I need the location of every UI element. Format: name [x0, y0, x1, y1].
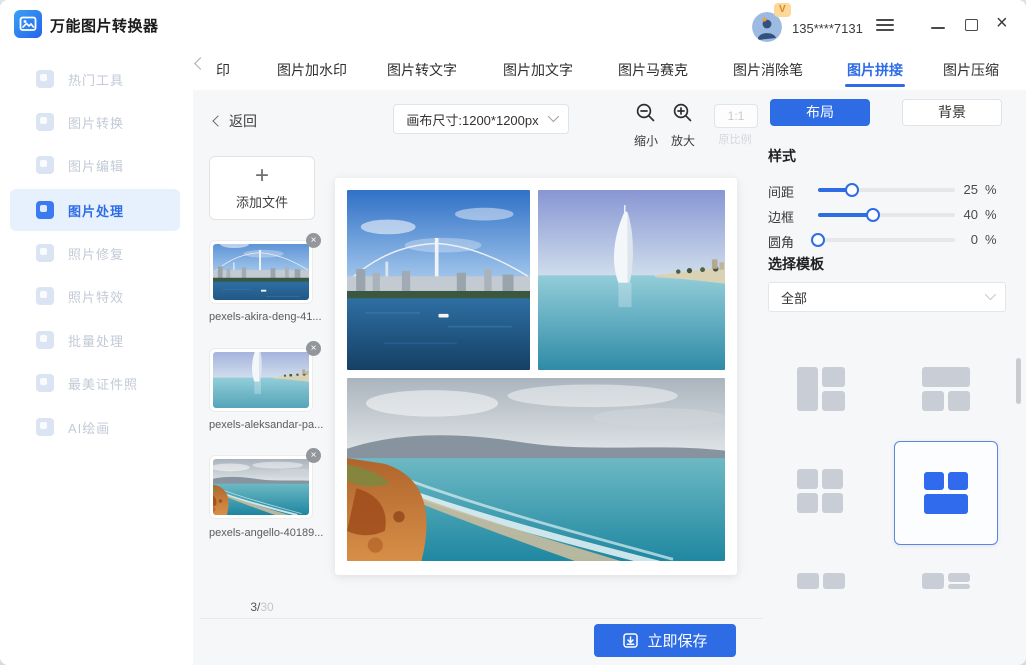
sidebar-item-photo-effects[interactable]: 照片特效 [10, 275, 180, 317]
spacing-slider-track[interactable] [818, 188, 955, 192]
template-heading: 选择模板 [768, 254, 824, 274]
template-grid4[interactable] [797, 469, 843, 513]
file-item-3[interactable] [209, 455, 313, 519]
tab-compress[interactable]: 图片压缩 [943, 60, 999, 80]
active-tab-underline [845, 84, 905, 87]
chevron-down-icon [547, 110, 558, 121]
photo-effects-icon [36, 287, 54, 305]
layout-tab-button[interactable]: 布局 [770, 99, 870, 126]
file-counter: 3/30 [209, 600, 315, 614]
tab-watermark-partial[interactable]: 印 [216, 60, 230, 80]
close-icon[interactable]: × [996, 13, 1008, 33]
zoom-in-button[interactable]: 放大 [667, 102, 699, 149]
tab-eraser[interactable]: 图片消除笔 [733, 60, 803, 80]
collage-photo-coast[interactable] [347, 378, 725, 561]
collage-photo-burj[interactable] [538, 190, 725, 370]
corner-slider-track[interactable] [818, 238, 955, 242]
background-tab-button[interactable]: 背景 [902, 99, 1002, 126]
menu-icon[interactable] [876, 19, 894, 31]
remove-file-1-icon[interactable]: × [306, 233, 321, 248]
file-item-1[interactable] [209, 240, 313, 304]
template-left-2right[interactable] [797, 367, 845, 411]
template-selected-box[interactable] [894, 441, 998, 545]
chevron-down-icon [985, 288, 996, 299]
corner-slider-thumb[interactable] [811, 233, 825, 247]
tab-add-text[interactable]: 图片加文字 [503, 60, 573, 80]
file-item-2[interactable] [209, 348, 313, 412]
template-filter-select[interactable]: 全部 [768, 282, 1006, 312]
image-edit-icon [36, 156, 54, 174]
maximize-icon[interactable] [965, 19, 978, 31]
sidebar-item-image-convert[interactable]: 图片转换 [10, 101, 180, 143]
remove-file-2-icon[interactable]: × [306, 341, 321, 356]
style-heading: 样式 [768, 146, 796, 166]
file-thumb-bridge [213, 244, 309, 300]
file-thumb-burj [213, 352, 309, 408]
border-slider: 边框 40% [768, 205, 1006, 225]
photo-repair-icon [36, 244, 54, 262]
sidebar-item-ai-paint[interactable]: AI绘画 [10, 406, 180, 448]
tab-stitch[interactable]: 图片拼接 [847, 60, 903, 80]
file-name-2: pexels-aleksandar-pa... [209, 419, 327, 431]
ratio-label: 原比例 [710, 131, 760, 147]
titlebar: 万能图片转换器 V 135****7131 × [0, 0, 1026, 48]
remove-file-3-icon[interactable]: × [306, 448, 321, 463]
spacing-slider-thumb[interactable] [845, 183, 859, 197]
sidebar-item-image-edit[interactable]: 图片编辑 [10, 144, 180, 186]
bottom-divider [200, 618, 763, 619]
vip-badge: V [774, 3, 791, 17]
magnifier-minus-icon [635, 102, 657, 124]
plus-icon: + [255, 165, 269, 187]
app-title: 万能图片转换器 [50, 15, 159, 36]
file-name-3: pexels-angello-40189... [209, 527, 327, 539]
id-photo-icon [36, 374, 54, 392]
sidebar-item-image-process[interactable]: 图片处理 [10, 189, 180, 231]
add-file-button[interactable]: + 添加文件 [209, 156, 315, 220]
image-convert-icon [36, 113, 54, 131]
zoom-out-button[interactable]: 缩小 [630, 102, 662, 149]
minimize-icon[interactable] [931, 27, 945, 29]
sidebar-item-photo-repair[interactable]: 照片修复 [10, 232, 180, 274]
tab-image-to-text[interactable]: 图片转文字 [387, 60, 457, 80]
sidebar-item-id-photo[interactable]: 最美证件照 [10, 362, 180, 404]
spacing-slider: 间距 25% [768, 180, 1006, 200]
template-top-2bottom[interactable] [922, 367, 970, 411]
save-button[interactable]: 立即保存 [594, 624, 736, 657]
ai-paint-icon [36, 418, 54, 436]
back-chevron-icon [212, 115, 223, 126]
tab-add-watermark[interactable]: 图片加水印 [277, 60, 347, 80]
corner-slider: 圆角 0% [768, 230, 1006, 250]
back-button[interactable]: 返回 [214, 111, 257, 131]
sidebar-item-batch-process[interactable]: 批量处理 [10, 319, 180, 361]
border-slider-thumb[interactable] [866, 208, 880, 222]
canvas-size-select[interactable]: 画布尺寸:1200*1200px [393, 104, 569, 134]
image-process-icon [36, 201, 54, 219]
collage-photo-bridge[interactable] [347, 190, 530, 370]
app-window: 万能图片转换器 V 135****7131 × 热门工具 图片转换 图片编辑 图… [0, 0, 1026, 665]
file-name-1: pexels-akira-deng-41... [209, 311, 327, 323]
file-thumb-coast [213, 459, 309, 515]
panel-scrollbar-thumb[interactable] [1016, 358, 1021, 404]
border-slider-track[interactable] [818, 213, 955, 217]
sidebar: 热门工具 图片转换 图片编辑 图片处理 照片修复 照片特效 批量处理 最美证件照… [0, 48, 193, 665]
template-2cols-clipped[interactable] [797, 573, 845, 589]
download-icon [622, 632, 639, 649]
account-phone[interactable]: 135****7131 [792, 21, 863, 36]
sidebar-item-hot-tools[interactable]: 热门工具 [10, 58, 180, 100]
collage-canvas[interactable] [335, 178, 737, 575]
tab-mosaic[interactable]: 图片马赛克 [618, 60, 688, 80]
ratio-1-1-button[interactable]: 1:1 [714, 104, 758, 128]
hot-tools-icon [36, 70, 54, 88]
magnifier-plus-icon [672, 102, 694, 124]
template-2cols-split-clipped[interactable] [922, 573, 970, 589]
template-2top-1bottom-selected[interactable] [924, 472, 968, 514]
app-logo-icon [14, 10, 42, 38]
batch-process-icon [36, 331, 54, 349]
